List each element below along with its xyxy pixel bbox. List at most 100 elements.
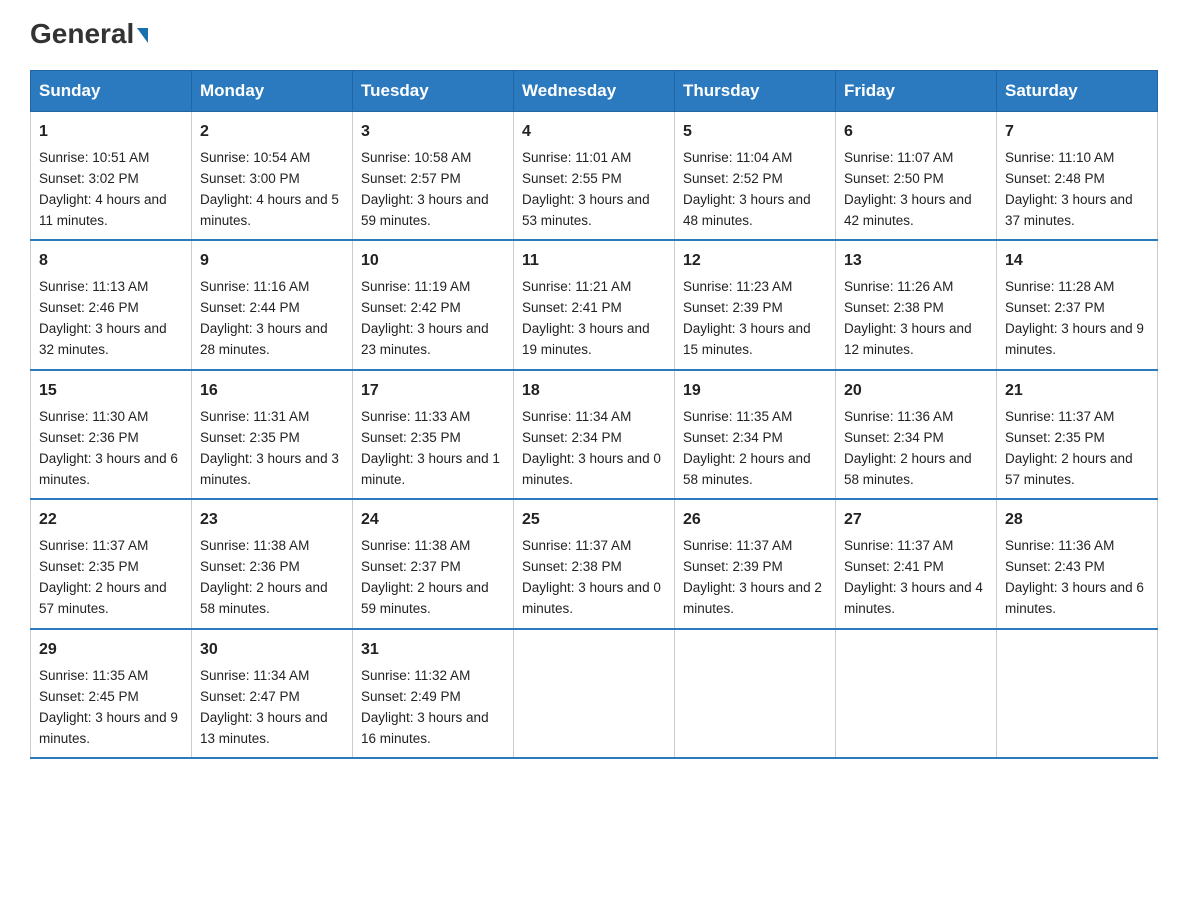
day-number: 5 <box>683 120 827 145</box>
day-number: 24 <box>361 508 505 533</box>
calendar-cell <box>514 629 675 758</box>
sunrise-text: Sunrise: 11:37 AMSunset: 2:39 PMDaylight… <box>683 538 822 616</box>
calendar-week-row: 8 Sunrise: 11:13 AMSunset: 2:46 PMDayligh… <box>31 240 1158 369</box>
calendar-cell: 26 Sunrise: 11:37 AMSunset: 2:39 PMDaylig… <box>675 499 836 628</box>
sunrise-text: Sunrise: 11:13 AMSunset: 2:46 PMDaylight… <box>39 279 167 357</box>
calendar-cell: 17 Sunrise: 11:33 AMSunset: 2:35 PMDaylig… <box>353 370 514 499</box>
day-number: 29 <box>39 638 183 663</box>
calendar-cell: 12Sunrise: 11:23 AMSunset: 2:39 PMDaylig… <box>675 240 836 369</box>
day-number: 8 <box>39 249 183 274</box>
calendar-cell <box>836 629 997 758</box>
day-number: 12 <box>683 249 827 274</box>
calendar-cell: 13 Sunrise: 11:26 AMSunset: 2:38 PMDaylig… <box>836 240 997 369</box>
calendar-cell: 28 Sunrise: 11:36 AMSunset: 2:43 PMDaylig… <box>997 499 1158 628</box>
logo: General <box>30 20 148 50</box>
calendar-cell: 22 Sunrise: 11:37 AMSunset: 2:35 PMDaylig… <box>31 499 192 628</box>
day-number: 6 <box>844 120 988 145</box>
sunrise-text: Sunrise: 11:28 AMSunset: 2:37 PMDaylight… <box>1005 279 1144 357</box>
calendar-cell: 18 Sunrise: 11:34 AMSunset: 2:34 PMDaylig… <box>514 370 675 499</box>
day-number: 1 <box>39 120 183 145</box>
sunrise-text: Sunrise: 11:35 AMSunset: 2:34 PMDaylight… <box>683 409 811 487</box>
calendar-cell <box>675 629 836 758</box>
sunrise-text: Sunrise: 11:37 AMSunset: 2:35 PMDaylight… <box>1005 409 1133 487</box>
calendar-week-row: 15 Sunrise: 11:30 AMSunset: 2:36 PMDaylig… <box>31 370 1158 499</box>
sunrise-text: Sunrise: 11:36 AMSunset: 2:43 PMDaylight… <box>1005 538 1144 616</box>
col-header-monday: Monday <box>192 71 353 112</box>
calendar-week-row: 22 Sunrise: 11:37 AMSunset: 2:35 PMDaylig… <box>31 499 1158 628</box>
day-number: 27 <box>844 508 988 533</box>
day-number: 14 <box>1005 249 1149 274</box>
calendar-cell: 4Sunrise: 11:01 AMSunset: 2:55 PMDayligh… <box>514 112 675 241</box>
col-header-wednesday: Wednesday <box>514 71 675 112</box>
calendar-table: SundayMondayTuesdayWednesdayThursdayFrid… <box>30 70 1158 759</box>
calendar-cell: 27 Sunrise: 11:37 AMSunset: 2:41 PMDaylig… <box>836 499 997 628</box>
calendar-cell: 9Sunrise: 11:16 AMSunset: 2:44 PMDayligh… <box>192 240 353 369</box>
col-header-sunday: Sunday <box>31 71 192 112</box>
sunrise-text: Sunrise: 10:51 AMSunset: 3:02 PMDaylight… <box>39 150 167 228</box>
calendar-cell: 2 Sunrise: 10:54 AMSunset: 3:00 PMDayligh… <box>192 112 353 241</box>
day-number: 3 <box>361 120 505 145</box>
day-number: 16 <box>200 379 344 404</box>
sunrise-text: Sunrise: 10:58 AMSunset: 2:57 PMDaylight… <box>361 150 489 228</box>
calendar-week-row: 1 Sunrise: 10:51 AMSunset: 3:02 PMDayligh… <box>31 112 1158 241</box>
calendar-cell: 25 Sunrise: 11:37 AMSunset: 2:38 PMDaylig… <box>514 499 675 628</box>
sunrise-text: Sunrise: 11:30 AMSunset: 2:36 PMDaylight… <box>39 409 178 487</box>
col-header-friday: Friday <box>836 71 997 112</box>
day-number: 11 <box>522 249 666 274</box>
day-number: 26 <box>683 508 827 533</box>
sunrise-text: Sunrise: 11:32 AMSunset: 2:49 PMDaylight… <box>361 668 489 746</box>
sunrise-text: Sunrise: 11:26 AMSunset: 2:38 PMDaylight… <box>844 279 972 357</box>
sunrise-text: Sunrise: 11:37 AMSunset: 2:35 PMDaylight… <box>39 538 167 616</box>
day-number: 25 <box>522 508 666 533</box>
sunrise-text: Sunrise: 11:04 AMSunset: 2:52 PMDaylight… <box>683 150 811 228</box>
sunrise-text: Sunrise: 11:37 AMSunset: 2:41 PMDaylight… <box>844 538 983 616</box>
day-number: 17 <box>361 379 505 404</box>
calendar-cell: 30 Sunrise: 11:34 AMSunset: 2:47 PMDaylig… <box>192 629 353 758</box>
day-number: 31 <box>361 638 505 663</box>
sunrise-text: Sunrise: 11:38 AMSunset: 2:36 PMDaylight… <box>200 538 328 616</box>
calendar-cell: 7 Sunrise: 11:10 AMSunset: 2:48 PMDayligh… <box>997 112 1158 241</box>
calendar-cell: 8 Sunrise: 11:13 AMSunset: 2:46 PMDayligh… <box>31 240 192 369</box>
sunrise-text: Sunrise: 10:54 AMSunset: 3:00 PMDaylight… <box>200 150 339 228</box>
sunrise-text: Sunrise: 11:34 AMSunset: 2:47 PMDaylight… <box>200 668 328 746</box>
calendar-cell: 15 Sunrise: 11:30 AMSunset: 2:36 PMDaylig… <box>31 370 192 499</box>
calendar-cell: 10 Sunrise: 11:19 AMSunset: 2:42 PMDaylig… <box>353 240 514 369</box>
calendar-cell: 11Sunrise: 11:21 AMSunset: 2:41 PMDaylig… <box>514 240 675 369</box>
day-number: 23 <box>200 508 344 533</box>
col-header-thursday: Thursday <box>675 71 836 112</box>
sunrise-text: Sunrise: 11:34 AMSunset: 2:34 PMDaylight… <box>522 409 661 487</box>
day-number: 18 <box>522 379 666 404</box>
day-number: 19 <box>683 379 827 404</box>
sunrise-text: Sunrise: 11:07 AMSunset: 2:50 PMDaylight… <box>844 150 972 228</box>
col-header-saturday: Saturday <box>997 71 1158 112</box>
day-number: 10 <box>361 249 505 274</box>
calendar-week-row: 29 Sunrise: 11:35 AMSunset: 2:45 PMDaylig… <box>31 629 1158 758</box>
day-number: 22 <box>39 508 183 533</box>
sunrise-text: Sunrise: 11:36 AMSunset: 2:34 PMDaylight… <box>844 409 972 487</box>
calendar-cell: 5 Sunrise: 11:04 AMSunset: 2:52 PMDayligh… <box>675 112 836 241</box>
sunrise-text: Sunrise: 11:38 AMSunset: 2:37 PMDaylight… <box>361 538 489 616</box>
calendar-cell: 29 Sunrise: 11:35 AMSunset: 2:45 PMDaylig… <box>31 629 192 758</box>
day-number: 2 <box>200 120 344 145</box>
calendar-cell <box>997 629 1158 758</box>
day-number: 30 <box>200 638 344 663</box>
calendar-cell: 19 Sunrise: 11:35 AMSunset: 2:34 PMDaylig… <box>675 370 836 499</box>
day-number: 9 <box>200 249 344 274</box>
day-number: 13 <box>844 249 988 274</box>
day-number: 21 <box>1005 379 1149 404</box>
page-header: General <box>30 20 1158 50</box>
logo-line1: General <box>30 20 148 48</box>
day-number: 28 <box>1005 508 1149 533</box>
sunrise-text: Sunrise: 11:33 AMSunset: 2:35 PMDaylight… <box>361 409 500 487</box>
sunrise-text: Sunrise: 11:10 AMSunset: 2:48 PMDaylight… <box>1005 150 1133 228</box>
calendar-cell: 14 Sunrise: 11:28 AMSunset: 2:37 PMDaylig… <box>997 240 1158 369</box>
calendar-cell: 31 Sunrise: 11:32 AMSunset: 2:49 PMDaylig… <box>353 629 514 758</box>
sunrise-text: Sunrise: 11:37 AMSunset: 2:38 PMDaylight… <box>522 538 661 616</box>
day-number: 7 <box>1005 120 1149 145</box>
sunrise-text: Sunrise: 11:35 AMSunset: 2:45 PMDaylight… <box>39 668 178 746</box>
calendar-cell: 20Sunrise: 11:36 AMSunset: 2:34 PMDaylig… <box>836 370 997 499</box>
calendar-cell: 3 Sunrise: 10:58 AMSunset: 2:57 PMDayligh… <box>353 112 514 241</box>
day-number: 15 <box>39 379 183 404</box>
sunrise-text: Sunrise: 11:19 AMSunset: 2:42 PMDaylight… <box>361 279 489 357</box>
calendar-header-row: SundayMondayTuesdayWednesdayThursdayFrid… <box>31 71 1158 112</box>
